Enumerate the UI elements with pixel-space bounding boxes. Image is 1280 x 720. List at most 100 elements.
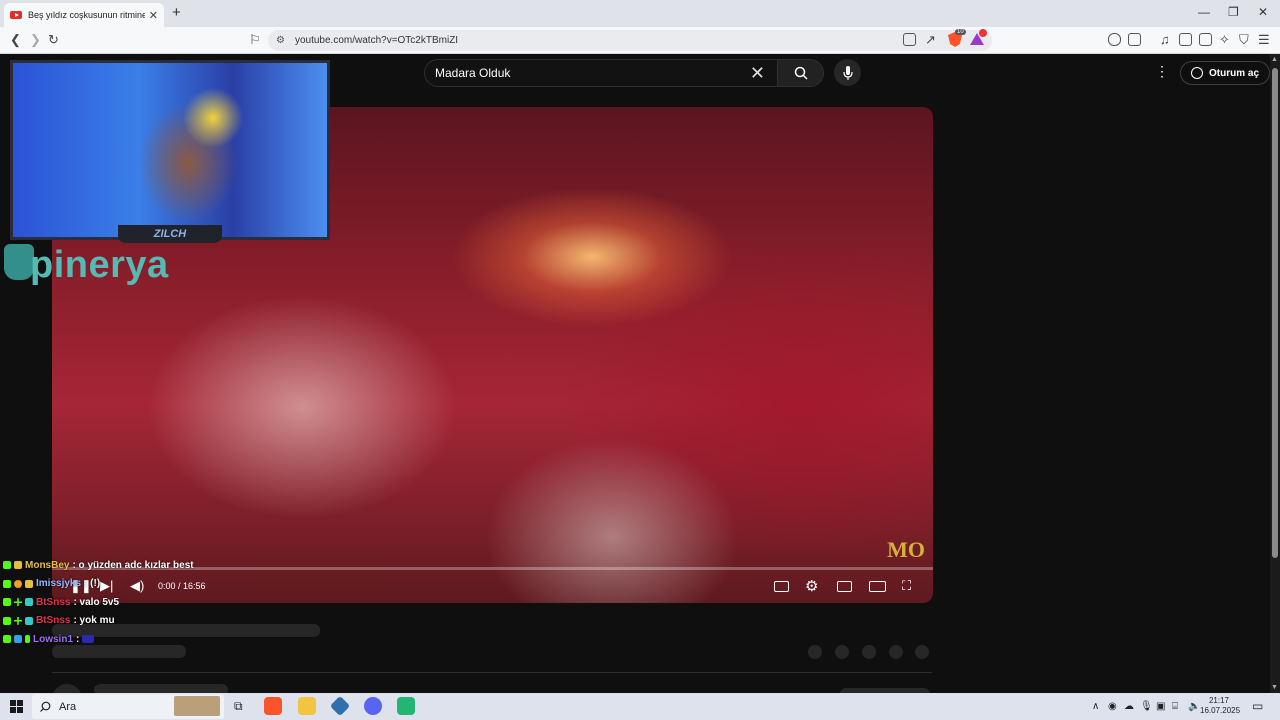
chat-username: Lowsin1 xyxy=(33,633,74,645)
tab-title: Beş yıldız coşkusunun ritmine kı xyxy=(28,10,145,20)
theater-mode-icon[interactable] xyxy=(869,580,886,592)
crown-badge-icon xyxy=(25,579,33,588)
loading-placeholder xyxy=(808,645,822,659)
plus-badge-icon xyxy=(14,616,22,625)
bookmark-icon[interactable]: ⚐ xyxy=(249,32,261,48)
chat-username: Imissjyks xyxy=(36,578,82,590)
youtube-favicon-icon xyxy=(10,11,22,19)
network-icon[interactable]: ⌸ xyxy=(1172,701,1178,712)
shield-badge-icon xyxy=(14,635,22,644)
site-info-icon[interactable]: ⚙ xyxy=(276,35,285,46)
loading-placeholder xyxy=(52,684,82,693)
video-watermark: MO xyxy=(887,537,925,562)
settings-icon[interactable]: ⚙ xyxy=(805,577,818,595)
sub-badge-icon xyxy=(25,616,33,625)
restore-icon[interactable]: ❐ xyxy=(1228,5,1239,19)
plus-badge-icon xyxy=(14,598,22,607)
streamer-name: ZILCH xyxy=(118,225,222,243)
search-box[interactable]: Madara Olduk ✕ xyxy=(424,59,824,87)
tray-app-icon[interactable]: ▣ xyxy=(1156,701,1165,712)
share-icon[interactable]: ↗ xyxy=(925,32,936,48)
page-scrollbar[interactable]: ▲ ▼ xyxy=(1270,54,1280,693)
rewards-badge xyxy=(979,29,987,37)
app-icon[interactable] xyxy=(329,695,351,717)
wallet-icon[interactable] xyxy=(1199,33,1212,46)
fullscreen-icon[interactable]: ⛶ xyxy=(902,578,911,594)
sign-in-button[interactable]: Oturum aç xyxy=(1180,61,1270,85)
voice-search-button[interactable] xyxy=(834,59,861,86)
sign-in-label: Oturum aç xyxy=(1209,67,1260,79)
windows-start-icon[interactable] xyxy=(10,700,23,713)
search-highlight-image xyxy=(174,696,220,716)
shields-count-badge: 10 xyxy=(955,29,966,35)
app-icon[interactable] xyxy=(397,697,415,715)
brand-logo: pinerya xyxy=(30,244,169,286)
tab-search-icon[interactable] xyxy=(1128,33,1141,46)
new-tab-button[interactable]: + xyxy=(172,4,181,21)
forward-icon[interactable]: ❯ xyxy=(30,32,41,48)
close-window-icon[interactable]: ✕ xyxy=(1258,5,1268,19)
file-explorer-icon[interactable] xyxy=(298,697,316,715)
scroll-down-icon[interactable]: ▼ xyxy=(1271,684,1278,691)
browser-tab-bar: Beş yıldız coşkusunun ritmine kı ✕ + — ❐… xyxy=(0,0,1280,27)
kick-badge-icon xyxy=(3,635,11,644)
stream-chat: MonsBey : o yüzden adc kızlar best Imiss… xyxy=(3,556,194,649)
divider xyxy=(52,672,932,673)
microphone-icon[interactable]: 🎙 xyxy=(1140,701,1153,712)
close-tab-icon[interactable]: ✕ xyxy=(149,9,158,22)
account-icon xyxy=(1191,67,1203,79)
chat-message: MonsBey : o yüzden adc kızlar best xyxy=(3,556,194,575)
search-icon xyxy=(794,66,808,80)
browser-tab[interactable]: Beş yıldız coşkusunun ritmine kı ✕ xyxy=(4,3,164,27)
clock-time: 21:17 xyxy=(1208,696,1230,705)
clear-search-icon[interactable]: ✕ xyxy=(750,63,765,84)
subtitles-icon[interactable] xyxy=(774,580,789,592)
kick-badge-icon xyxy=(3,598,11,607)
chat-text: : xyxy=(76,633,80,645)
loading-placeholder xyxy=(862,645,876,659)
webcam-overlay xyxy=(10,60,330,240)
cast-icon[interactable] xyxy=(903,33,916,46)
minimize-icon[interactable]: — xyxy=(1198,5,1210,19)
menu-icon[interactable]: ☰ xyxy=(1258,32,1270,48)
extensions-icon[interactable] xyxy=(1108,33,1121,46)
chat-username: BtSnss xyxy=(36,596,71,608)
tray-app-icon[interactable]: ◉ xyxy=(1108,701,1117,712)
url-text: youtube.com/watch?v=OTc2kTBmiZI xyxy=(294,35,459,46)
microphone-icon xyxy=(842,65,853,80)
show-hidden-icons[interactable]: ∧ xyxy=(1092,701,1099,712)
chat-message: BtSnss : yok mu xyxy=(3,612,194,631)
notifications-icon[interactable]: ▭ xyxy=(1252,699,1263,713)
system-clock[interactable]: 21:17 16.07.2025 xyxy=(1200,696,1240,716)
chat-username: BtSnss xyxy=(36,615,71,627)
brave-app-icon[interactable] xyxy=(264,697,282,715)
search-input[interactable]: Madara Olduk xyxy=(435,66,750,80)
discord-icon[interactable] xyxy=(364,697,382,715)
scroll-up-icon[interactable]: ▲ xyxy=(1271,56,1278,63)
vpn-icon[interactable]: ⛉ xyxy=(1239,32,1249,48)
task-view-icon[interactable]: ⧉ xyxy=(234,699,243,714)
onedrive-icon[interactable]: ☁ xyxy=(1124,701,1134,712)
emote-icon xyxy=(82,635,95,644)
media-icon[interactable]: ♫ xyxy=(1160,32,1170,47)
taskbar-search[interactable]: Ara xyxy=(32,694,224,719)
sidebar-icon[interactable] xyxy=(1179,33,1192,46)
leo-ai-icon[interactable]: ✧ xyxy=(1219,32,1230,48)
browser-toolbar: ❮ ❯ ↻ ⚐ ⚙ youtube.com/watch?v=OTc2kTBmiZ… xyxy=(0,27,1280,54)
crown-badge-icon xyxy=(14,561,22,570)
windows-taskbar: Ara ⧉ ∧ ◉ ☁ 🎙 ▣ ⌸ 🔈 21:17 16.07.2025 ▭ xyxy=(0,693,1280,720)
loading-placeholder xyxy=(889,645,903,659)
more-options-icon[interactable]: ⋮ xyxy=(1155,63,1169,80)
chat-username: MonsBey xyxy=(25,559,70,571)
back-icon[interactable]: ❮ xyxy=(10,32,21,48)
loading-placeholder xyxy=(94,684,228,693)
speaker-icon[interactable]: 🔈 xyxy=(1188,701,1200,712)
kick-badge-icon xyxy=(3,616,11,625)
scrollbar-thumb[interactable] xyxy=(1272,68,1278,558)
reload-icon[interactable]: ↻ xyxy=(48,32,59,48)
loading-placeholder xyxy=(915,645,929,659)
address-bar[interactable]: ⚙ youtube.com/watch?v=OTc2kTBmiZI xyxy=(268,30,992,51)
search-button[interactable] xyxy=(777,60,823,86)
miniplayer-icon[interactable] xyxy=(837,580,852,592)
search-icon xyxy=(40,701,51,712)
